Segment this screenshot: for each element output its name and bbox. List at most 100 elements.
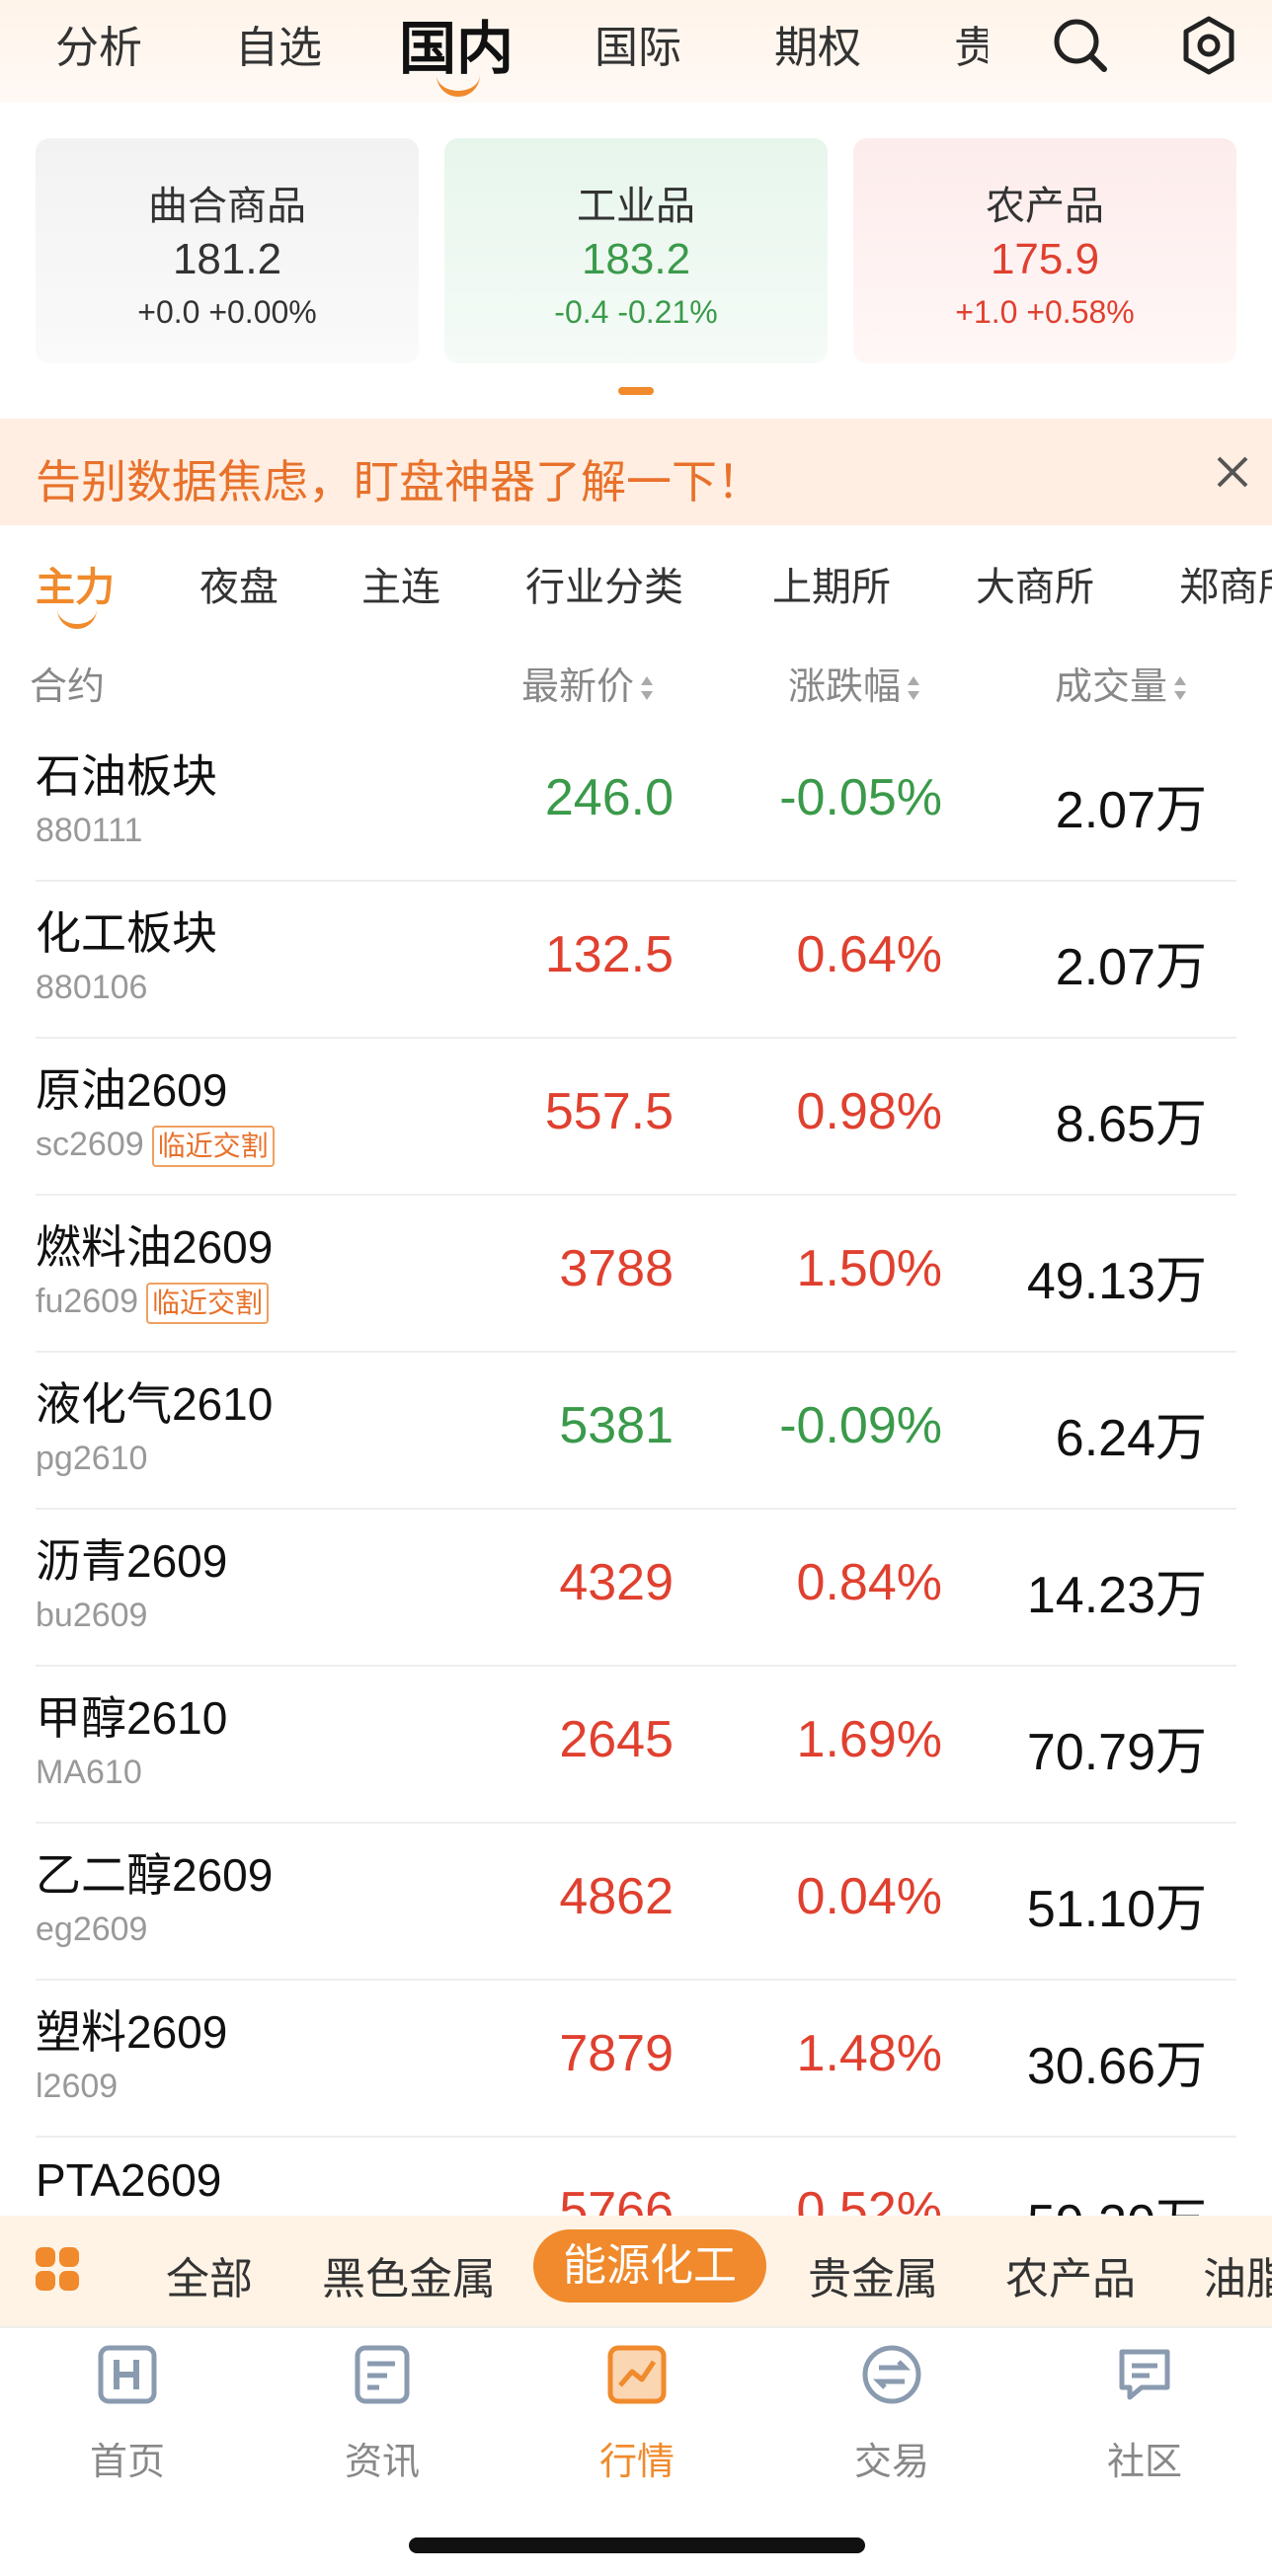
chip-precious-metals[interactable]: 贵金属 [808, 2243, 938, 2306]
sort-icon [907, 674, 920, 704]
tab-main[interactable]: 主力 [36, 555, 115, 612]
volume: 51.10万 [1026, 1881, 1207, 1938]
near-delivery-badge: 临近交割 [146, 1283, 270, 1325]
nav-trade[interactable]: 交易 [764, 2328, 1019, 2526]
contract-code: sc2609 [36, 1126, 144, 1163]
change-percent: -0.05% [779, 769, 942, 826]
latest-price: 246.0 [544, 769, 674, 826]
table-row[interactable]: 液化气2610 pg2610 5381 -0.09% 6.24万 [0, 1353, 1272, 1510]
table-row[interactable]: 原油2609 sc2609 临近交割 557.5 0.98% 8.65万 [0, 1039, 1272, 1196]
home-h-icon [98, 2345, 157, 2404]
nav-community[interactable]: 社区 [1017, 2328, 1272, 2526]
sector-chip-bar: 全部 黑色金属 能源化工 贵金属 农产品 油脂 [0, 2216, 1272, 2326]
change-percent: -0.09% [779, 1397, 942, 1454]
contract-name: 乙二醇2609 [36, 1849, 274, 1901]
contract-name: 塑料2609 [36, 2006, 228, 2058]
community-icon [1119, 2349, 1170, 2400]
contract-name: PTA2609 [36, 2154, 222, 2206]
tab-industry[interactable]: 行业分类 [525, 555, 683, 612]
table-row[interactable]: 沥青2609 bu2609 4329 0.84% 14.23万 [0, 1510, 1272, 1667]
contract-code: fu2609 [36, 1283, 138, 1320]
latest-price: 4329 [559, 1554, 674, 1611]
latest-price: 2645 [559, 1711, 674, 1768]
contract-code: pg2610 [36, 1440, 148, 1477]
index-card-change: +1.0 +0.58% [955, 294, 1135, 330]
contract-code-line: 880111 [36, 812, 142, 850]
chip-energy-chemical[interactable]: 能源化工 [533, 2229, 766, 2303]
table-row[interactable]: 塑料2609 l2609 7879 1.48% 30.66万 [0, 1981, 1272, 2138]
tab-options[interactable]: 期权 [774, 12, 861, 75]
index-card-title: 农产品 [986, 185, 1104, 228]
table-row[interactable]: 甲醇2610 MA610 2645 1.69% 70.79万 [0, 1667, 1272, 1824]
nav-market[interactable]: 行情 [510, 2328, 764, 2526]
search-icon[interactable] [1049, 14, 1112, 77]
index-card-industrial[interactable]: 工业品 183.2 -0.4 -0.21% [444, 138, 828, 363]
contract-name: 液化气2610 [36, 1378, 274, 1430]
index-card-change: +0.0 +0.00% [137, 294, 317, 330]
contract-code-line: 880106 [36, 969, 147, 1007]
contract-code-line: pg2610 [36, 1440, 147, 1478]
contract-code-line: fu2609 临近交割 [36, 1283, 270, 1325]
tab-shfe[interactable]: 上期所 [772, 555, 891, 612]
contract-code-line: sc2609 临近交割 [36, 1126, 275, 1168]
latest-price: 5381 [559, 1397, 674, 1454]
tab-czce[interactable]: 郑商所 [1179, 555, 1272, 610]
close-icon[interactable] [1215, 454, 1250, 490]
volume: 30.66万 [1026, 2038, 1207, 2095]
column-volume-sort[interactable]: 成交量 [1055, 656, 1187, 710]
contract-code-line: bu2609 [36, 1597, 147, 1635]
volume: 6.24万 [1055, 1410, 1207, 1467]
tab-analysis[interactable]: 分析 [55, 12, 142, 75]
tab-watchlist[interactable]: 自选 [235, 12, 322, 75]
active-tab-indicator [437, 69, 480, 97]
active-category-indicator [57, 606, 97, 629]
latest-price: 7879 [559, 2025, 674, 2082]
index-card-title: 工业品 [577, 185, 695, 228]
column-price-sort[interactable]: 最新价 [521, 656, 654, 710]
volume: 8.65万 [1055, 1096, 1207, 1153]
chip-all[interactable]: 全部 [166, 2243, 253, 2306]
contract-code: bu2609 [36, 1597, 148, 1634]
tab-international[interactable]: 国际 [595, 12, 681, 75]
nav-label: 行情 [598, 2442, 675, 2483]
change-percent: 1.48% [796, 2025, 942, 2082]
settings-icon[interactable] [1177, 14, 1240, 77]
market-chart-icon [607, 2345, 667, 2404]
index-card-value: 183.2 [581, 235, 691, 283]
contract-name: 沥青2609 [36, 1535, 228, 1587]
change-percent: 0.04% [796, 1868, 942, 1925]
volume: 49.13万 [1026, 1253, 1207, 1310]
chip-oils[interactable]: 油脂 [1203, 2243, 1272, 2306]
index-card-value: 181.2 [172, 235, 282, 283]
table-row[interactable]: 乙二醇2609 eg2609 4862 0.04% 51.10万 [0, 1824, 1272, 1981]
nav-label: 交易 [853, 2442, 929, 2483]
contract-name: 燃料油2609 [36, 1221, 274, 1273]
tab-night[interactable]: 夜盘 [199, 555, 278, 612]
index-card-change: -0.4 -0.21% [554, 294, 718, 330]
tab-continuous[interactable]: 主连 [361, 555, 440, 612]
nav-home[interactable]: 首页 [0, 2328, 255, 2526]
index-card-composite[interactable]: 曲合商品 181.2 +0.0 +0.00% [36, 138, 419, 363]
contract-name: 甲醇2610 [36, 1692, 228, 1744]
tab-dce[interactable]: 大商所 [976, 555, 1094, 612]
nav-news[interactable]: 资讯 [255, 2328, 510, 2526]
table-row[interactable]: 燃料油2609 fu2609 临近交割 3788 1.50% 49.13万 [0, 1196, 1272, 1353]
chip-ferrous[interactable]: 黑色金属 [322, 2243, 496, 2306]
promo-banner[interactable]: 告别数据焦虑，盯盘神器了解一下！ [0, 419, 1272, 525]
contract-name: 原油2609 [36, 1064, 228, 1116]
tab-precious-partial[interactable]: 贵 [954, 12, 988, 71]
promo-text: 告别数据焦虑，盯盘神器了解一下！ [36, 456, 762, 507]
card-pager-indicator [618, 387, 654, 395]
contract-code-line: eg2609 [36, 1911, 147, 1949]
chip-agricultural[interactable]: 农产品 [1005, 2243, 1136, 2306]
nav-label: 资讯 [344, 2442, 420, 2483]
contract-code: 880106 [36, 969, 148, 1006]
table-row[interactable]: 石油板块 880111 246.0 -0.05% 2.07万 [0, 725, 1272, 882]
volume: 70.79万 [1026, 1724, 1207, 1781]
index-card-title: 曲合商品 [148, 185, 306, 228]
table-row[interactable]: 化工板块 880106 132.5 0.64% 2.07万 [0, 882, 1272, 1039]
column-change-sort[interactable]: 涨跌幅 [788, 656, 920, 710]
index-card-agricultural[interactable]: 农产品 175.9 +1.0 +0.58% [853, 138, 1236, 363]
contract-code: eg2609 [36, 1911, 148, 1948]
nav-label: 社区 [1106, 2442, 1182, 2483]
